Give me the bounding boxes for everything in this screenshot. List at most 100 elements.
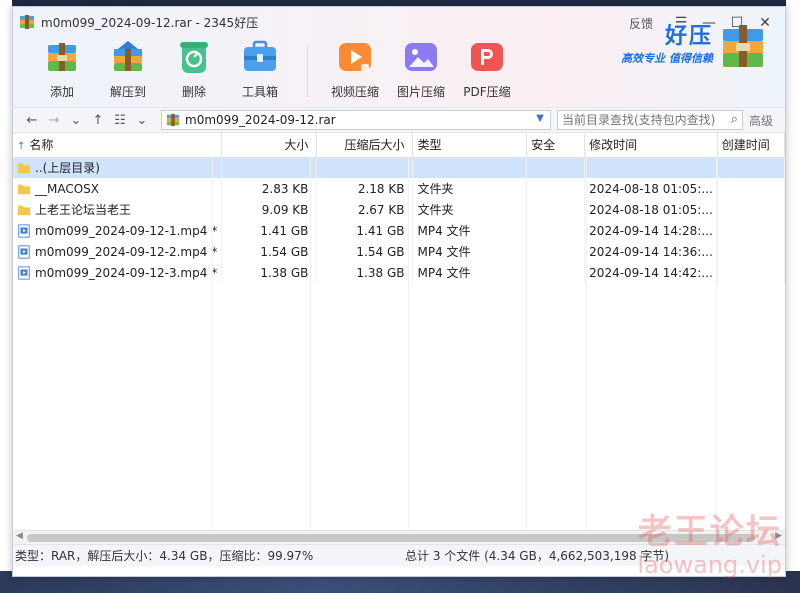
- col-security[interactable]: 安全: [526, 133, 586, 158]
- folder-icon: [17, 205, 31, 215]
- file-name: m0m099_2024-09-12-3.mp4 *: [35, 265, 218, 280]
- cell-modified: 2024-08-18 01:05:...: [584, 178, 718, 199]
- brand-slogan: 高效专业 值得信赖: [621, 52, 713, 65]
- horizontal-scrollbar[interactable]: ◀ ▶: [13, 530, 785, 544]
- col-modified[interactable]: 修改时间: [584, 133, 718, 158]
- cell-modified: 2024-08-18 01:05:...: [584, 199, 718, 220]
- window-title: m0m099_2024-09-12.rar - 2345好压: [41, 15, 259, 30]
- archive-app-icon: [20, 15, 34, 29]
- file-name: ..(上层目录): [35, 161, 100, 176]
- file-name: m0m099_2024-09-12-2.mp4 *: [35, 244, 218, 259]
- add-label: 添加: [49, 85, 74, 99]
- cell-security: [526, 220, 586, 241]
- toolbox-button[interactable]: 工具箱: [227, 37, 293, 100]
- folder-icon: [17, 184, 31, 194]
- table-row[interactable]: __MACOSX 2.83 KB 2.18 KB 文件夹 2024-08-18 01:0…: [13, 178, 785, 199]
- brand-box-icon: [723, 25, 763, 67]
- cell-packed: 1.54 GB: [316, 241, 414, 262]
- back-arrow-icon[interactable]: ←: [21, 110, 43, 130]
- video-compress-icon: [339, 43, 371, 72]
- view-mode-icon[interactable]: ☷: [109, 110, 131, 130]
- table-row[interactable]: 上老王论坛当老王 9.09 KB 2.67 KB 文件夹 2024-08-18 01:0…: [13, 199, 785, 220]
- column-divider: [526, 157, 527, 530]
- table-row[interactable]: m0m099_2024-09-12-2.mp4 * 1.54 GB 1.54 GB M…: [13, 241, 785, 262]
- history-dropdown-icon[interactable]: ⌄: [65, 110, 87, 130]
- cell-packed: 1.41 GB: [316, 220, 414, 241]
- cell-name: m0m099_2024-09-12-3.mp4 *: [13, 262, 223, 283]
- file-table: ↑ 名称 大小 压缩后大小 类型 安全 修改时间 创建时间 ..(上层目录) __M…: [13, 133, 785, 283]
- table-header: ↑ 名称 大小 压缩后大小 类型 安全 修改时间 创建时间: [13, 133, 785, 158]
- sort-arrow-icon: ↑: [17, 141, 26, 153]
- cell-size: 1.38 GB: [221, 262, 318, 283]
- toolbox-label: 工具箱: [241, 85, 278, 99]
- cell-packed: 1.38 GB: [316, 262, 414, 283]
- col-size[interactable]: 大小: [221, 133, 318, 158]
- col-name[interactable]: ↑ 名称: [13, 133, 223, 158]
- col-packed-size[interactable]: 压缩后大小: [316, 133, 414, 158]
- cell-name: ..(上层目录): [13, 157, 223, 178]
- status-left: 类型：RAR，解压后大小：4.34 GB，压缩比：99.97%: [15, 549, 314, 563]
- desktop-background-right: [786, 0, 800, 593]
- advanced-search-link[interactable]: 高级: [749, 112, 773, 129]
- col-name-label: 名称: [29, 138, 54, 153]
- table-row[interactable]: m0m099_2024-09-12-1.mp4 * 1.41 GB 1.41 GB M…: [13, 220, 785, 241]
- pdf-compress-label: PDF压缩: [463, 85, 511, 99]
- column-divider: [310, 157, 311, 530]
- pdf-compress-button[interactable]: PDF压缩: [454, 37, 520, 100]
- cell-name: m0m099_2024-09-12-2.mp4 *: [13, 241, 223, 262]
- video-file-icon: [18, 265, 30, 280]
- col-created[interactable]: 创建时间: [717, 133, 785, 158]
- video-file-icon: [18, 244, 30, 259]
- cell-packed: [316, 157, 414, 178]
- path-dropdown-icon[interactable]: ▼: [536, 113, 544, 124]
- search-box[interactable]: ⌕: [557, 110, 743, 130]
- cell-created: [717, 178, 785, 199]
- up-arrow-icon[interactable]: ↑: [87, 110, 109, 130]
- status-right: 总计 3 个文件 (4.34 GB，4,662,503,198 字节): [405, 549, 670, 563]
- view-dropdown-icon[interactable]: ⌄: [131, 110, 153, 130]
- cell-security: [526, 157, 586, 178]
- cell-size: 9.09 KB: [221, 199, 318, 220]
- cell-modified: 2024-09-14 14:36:...: [584, 241, 718, 262]
- delete-button[interactable]: 删除: [161, 37, 227, 100]
- search-icon[interactable]: ⌕: [731, 112, 738, 127]
- cell-created: [717, 157, 785, 178]
- cell-modified: 2024-09-14 14:42:...: [584, 262, 718, 283]
- cell-size: 1.41 GB: [221, 220, 318, 241]
- cell-created: [717, 220, 785, 241]
- delete-recycle-icon: [180, 42, 208, 73]
- cell-name: 上老王论坛当老王: [13, 199, 223, 220]
- cell-packed: 2.67 KB: [316, 199, 414, 220]
- cell-name: m0m099_2024-09-12-1.mp4 *: [13, 220, 223, 241]
- toolbar-separator: [307, 45, 308, 97]
- scrollbar-thumb[interactable]: [27, 534, 755, 542]
- cell-modified: [584, 157, 718, 178]
- search-input[interactable]: [562, 113, 722, 127]
- add-button[interactable]: 添加: [29, 37, 95, 100]
- cell-created: [717, 262, 785, 283]
- rar-file-icon: [166, 113, 180, 127]
- file-list: ↑ 名称 大小 压缩后大小 类型 安全 修改时间 创建时间 ..(上层目录) __M…: [13, 133, 785, 530]
- extract-label: 解压到: [109, 85, 146, 99]
- extract-button[interactable]: 解压到: [95, 37, 161, 100]
- title-bar: m0m099_2024-09-12.rar - 2345好压 反馈 ☰ — ☐ …: [13, 7, 785, 107]
- column-divider: [212, 157, 213, 530]
- cell-type: 文件夹: [412, 178, 528, 199]
- scroll-left-icon[interactable]: ◀: [16, 531, 23, 541]
- path-box[interactable]: m0m099_2024-09-12.rar ▼: [161, 110, 551, 130]
- column-divider: [408, 157, 409, 530]
- cell-type: 文件夹: [412, 199, 528, 220]
- table-row[interactable]: m0m099_2024-09-12-3.mp4 * 1.38 GB 1.38 GB M…: [13, 262, 785, 283]
- col-type[interactable]: 类型: [412, 133, 528, 158]
- video-compress-button[interactable]: 视频压缩: [322, 37, 388, 100]
- scroll-right-icon[interactable]: ▶: [775, 531, 782, 541]
- folder-icon: [17, 163, 31, 173]
- cell-size: [221, 157, 318, 178]
- table-row[interactable]: ..(上层目录): [13, 157, 785, 178]
- image-compress-button[interactable]: 图片压缩: [388, 37, 454, 100]
- toolbox-icon: [244, 40, 276, 71]
- status-bar: 类型：RAR，解压后大小：4.34 GB，压缩比：99.97% 总计 3 个文件…: [13, 544, 785, 566]
- forward-arrow-icon[interactable]: →: [43, 110, 65, 130]
- pdf-compress-icon: [471, 43, 503, 71]
- extract-icon: [114, 41, 142, 71]
